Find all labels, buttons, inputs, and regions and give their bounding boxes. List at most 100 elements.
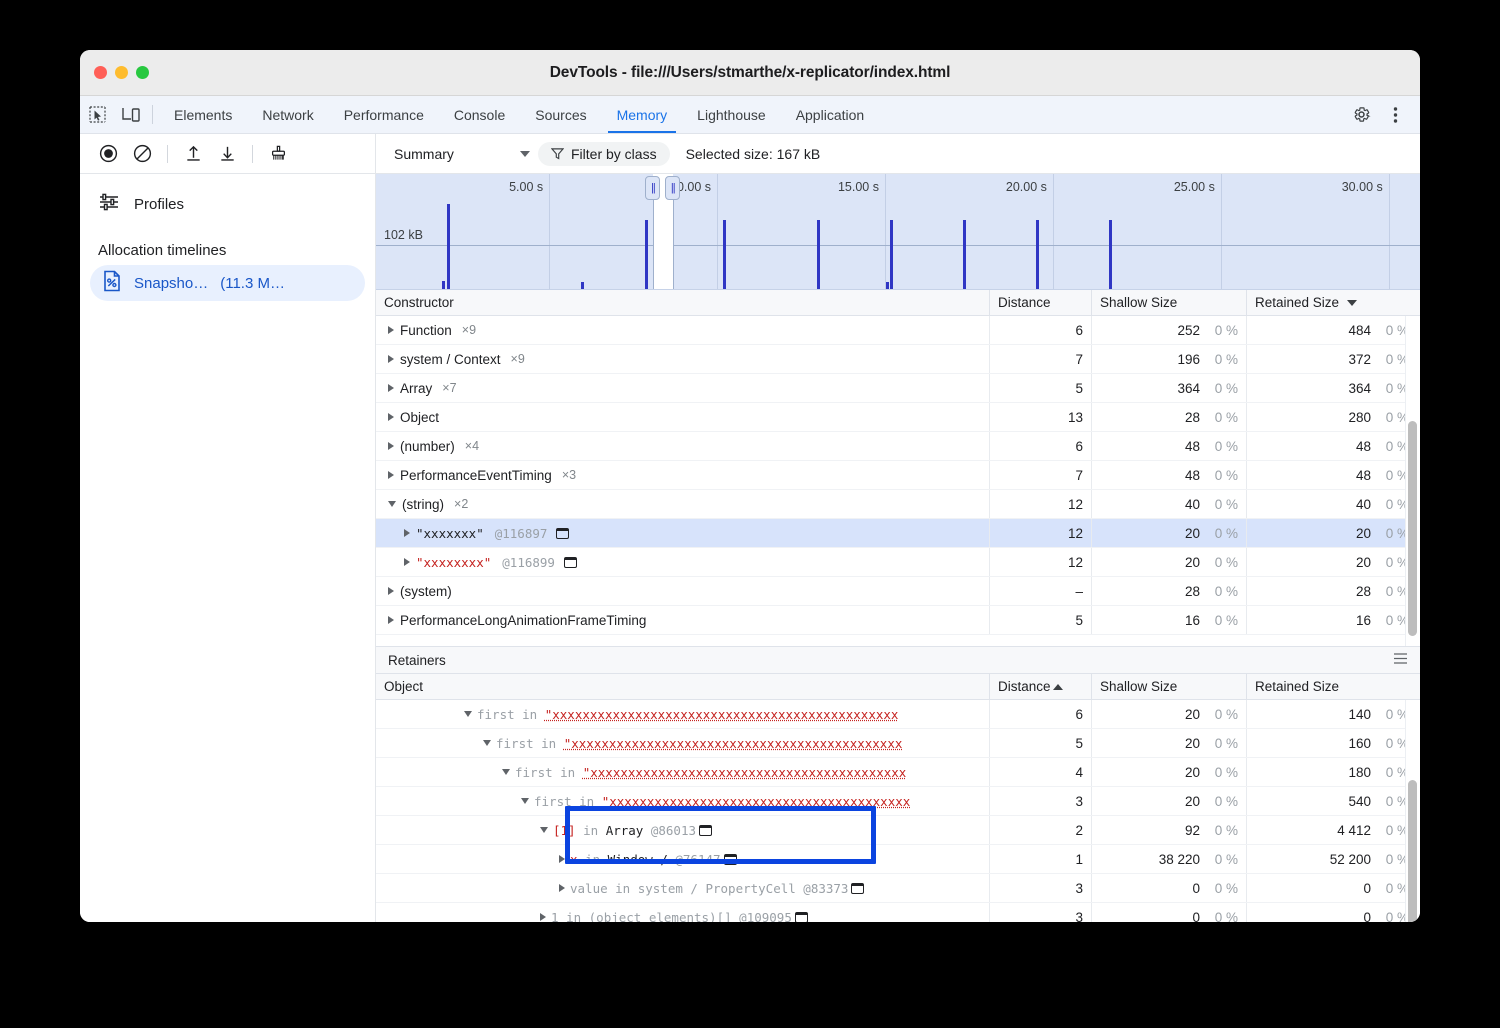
column-header-shallow-size[interactable]: Shallow Size	[1092, 290, 1247, 315]
window-controls[interactable]	[94, 66, 149, 79]
expand-triangle-icon[interactable]	[559, 855, 565, 863]
expand-triangle-icon[interactable]	[388, 616, 394, 624]
retainer-row[interactable]: first in "xxxxxxxxxxxxxxxxxxxxxxxxxxxxxx…	[376, 758, 1420, 787]
constructor-row[interactable]: "xxxxxxx"@11689712200 %200 %	[376, 519, 1420, 548]
constructor-name-cell: system / Context×9	[376, 345, 990, 373]
object-reference-icon[interactable]	[724, 854, 737, 865]
expand-triangle-icon[interactable]	[559, 884, 565, 892]
sidebar-item-snapshot[interactable]: Snapsho… (11.3 M…	[90, 265, 365, 301]
column-header-object[interactable]: Object	[376, 674, 990, 699]
record-icon[interactable]	[92, 139, 124, 169]
close-button[interactable]	[94, 66, 107, 79]
timeline-selection-handle-end[interactable]: ||	[665, 176, 680, 200]
minimize-button[interactable]	[115, 66, 128, 79]
column-header-retainer-retained-size[interactable]: Retained Size	[1247, 674, 1417, 699]
column-header-retainer-shallow-size[interactable]: Shallow Size	[1092, 674, 1247, 699]
constructor-row[interactable]: Object13280 %2800 %	[376, 403, 1420, 432]
expand-triangle-icon[interactable]	[388, 384, 394, 392]
expand-triangle-icon[interactable]	[404, 558, 410, 566]
sidebar-item-profiles[interactable]: Profiles	[80, 184, 375, 224]
collapse-triangle-icon[interactable]	[464, 711, 472, 717]
expand-triangle-icon[interactable]	[388, 442, 394, 450]
retainer-shallow-size-cell-value: 92	[1185, 823, 1200, 838]
view-select[interactable]: Summary	[388, 143, 538, 165]
expand-triangle-icon[interactable]	[388, 355, 394, 363]
constructor-row[interactable]: Function×962520 %4840 %	[376, 316, 1420, 345]
retained-size-cell: 280 %	[1247, 577, 1417, 605]
collect-garbage-icon[interactable]	[262, 139, 294, 169]
column-header-constructor[interactable]: Constructor	[376, 290, 990, 315]
object-reference-icon[interactable]	[699, 825, 712, 836]
column-header-retained-size[interactable]: Retained Size	[1247, 290, 1417, 315]
timeline-selection-handle-start[interactable]: ||	[645, 176, 660, 200]
hamburger-icon[interactable]	[1393, 652, 1408, 668]
constructors-scrollbar[interactable]	[1408, 421, 1417, 636]
retained-size-cell-value: 48	[1356, 468, 1371, 483]
column-header-retainer-distance[interactable]: Distance	[990, 674, 1092, 699]
retainer-row[interactable]: first in "xxxxxxxxxxxxxxxxxxxxxxxxxxxxxx…	[376, 700, 1420, 729]
retainer-row[interactable]: [1] in Array @860132920 %4 4120 %	[376, 816, 1420, 845]
constructor-row[interactable]: PerformanceEventTiming×37480 %480 %	[376, 461, 1420, 490]
tab-lighthouse[interactable]: Lighthouse	[682, 96, 781, 133]
retainer-property: first	[477, 707, 522, 722]
retainer-row[interactable]: 1 in (object elements)[] @109095300 %00 …	[376, 903, 1420, 922]
tab-console[interactable]: Console	[439, 96, 520, 133]
constructor-row[interactable]: PerformanceLongAnimationFrameTiming5160 …	[376, 606, 1420, 635]
save-icon[interactable]	[211, 139, 243, 169]
tab-elements[interactable]: Elements	[159, 96, 247, 133]
retained-size-cell: 3640 %	[1247, 374, 1417, 402]
maximize-button[interactable]	[136, 66, 149, 79]
constructor-row[interactable]: (string)×212400 %400 %	[376, 490, 1420, 519]
object-reference-icon[interactable]	[851, 883, 864, 894]
clear-icon[interactable]	[126, 139, 158, 169]
tab-sources[interactable]: Sources	[520, 96, 601, 133]
retainer-row[interactable]: x in Window / @76147138 2200 %52 2000 %	[376, 845, 1420, 874]
retainers-scrollbar[interactable]	[1408, 780, 1417, 922]
object-reference-icon[interactable]	[556, 528, 569, 539]
tab-memory[interactable]: Memory	[602, 96, 683, 133]
retainers-rows: first in "xxxxxxxxxxxxxxxxxxxxxxxxxxxxxx…	[376, 700, 1420, 922]
retainer-shallow-size-cell-value: 0	[1192, 910, 1200, 923]
constructor-row[interactable]: (number)×46480 %480 %	[376, 432, 1420, 461]
constructor-row[interactable]: (system)–280 %280 %	[376, 577, 1420, 606]
load-icon[interactable]	[177, 139, 209, 169]
expand-triangle-icon[interactable]	[404, 529, 410, 537]
constructor-row[interactable]: system / Context×971960 %3720 %	[376, 345, 1420, 374]
expand-triangle-icon[interactable]	[540, 913, 546, 921]
column-header-distance[interactable]: Distance	[990, 290, 1092, 315]
object-reference-icon[interactable]	[564, 557, 577, 568]
more-vertical-icon[interactable]	[1378, 106, 1412, 124]
filter-by-class-input[interactable]: Filter by class	[538, 142, 670, 166]
devtools-tabstrip: Elements Network Performance Console Sou…	[80, 96, 1420, 134]
expand-triangle-icon[interactable]	[388, 326, 394, 334]
constructor-row[interactable]: Array×753640 %3640 %	[376, 374, 1420, 403]
object-reference-icon[interactable]	[795, 912, 808, 923]
tab-label: Sources	[535, 107, 586, 123]
tab-network[interactable]: Network	[247, 96, 328, 133]
retainer-retained-size-cell: 52 2000 %	[1247, 845, 1417, 873]
allocation-timeline-overview[interactable]: 5.00 s10.00 s15.00 s20.00 s25.00 s30.00 …	[376, 174, 1420, 290]
collapse-triangle-icon[interactable]	[521, 798, 529, 804]
retained-size-cell-percent: 0 %	[1371, 497, 1409, 512]
tab-performance[interactable]: Performance	[329, 96, 439, 133]
retainer-row[interactable]: value in system / PropertyCell @83373300…	[376, 874, 1420, 903]
retainer-row[interactable]: first in "xxxxxxxxxxxxxxxxxxxxxxxxxxxxxx…	[376, 787, 1420, 816]
expand-triangle-icon[interactable]	[388, 413, 394, 421]
device-toolbar-icon[interactable]	[114, 96, 148, 133]
expand-triangle-icon[interactable]	[388, 587, 394, 595]
distance-cell: 7	[990, 345, 1092, 373]
collapse-triangle-icon[interactable]	[388, 501, 396, 507]
inspect-icon[interactable]	[80, 96, 114, 133]
retainer-row[interactable]: first in "xxxxxxxxxxxxxxxxxxxxxxxxxxxxxx…	[376, 729, 1420, 758]
instance-count: ×9	[462, 323, 476, 337]
collapse-triangle-icon[interactable]	[502, 769, 510, 775]
retainer-object-id: @83373	[796, 881, 849, 896]
gear-icon[interactable]	[1344, 105, 1378, 124]
retainer-retained-size-cell-value: 0	[1363, 910, 1371, 923]
collapse-triangle-icon[interactable]	[540, 827, 548, 833]
expand-triangle-icon[interactable]	[388, 471, 394, 479]
retained-size-cell-value: 372	[1348, 352, 1371, 367]
collapse-triangle-icon[interactable]	[483, 740, 491, 746]
constructor-row[interactable]: "xxxxxxxx"@11689912200 %200 %	[376, 548, 1420, 577]
tab-application[interactable]: Application	[781, 96, 880, 133]
